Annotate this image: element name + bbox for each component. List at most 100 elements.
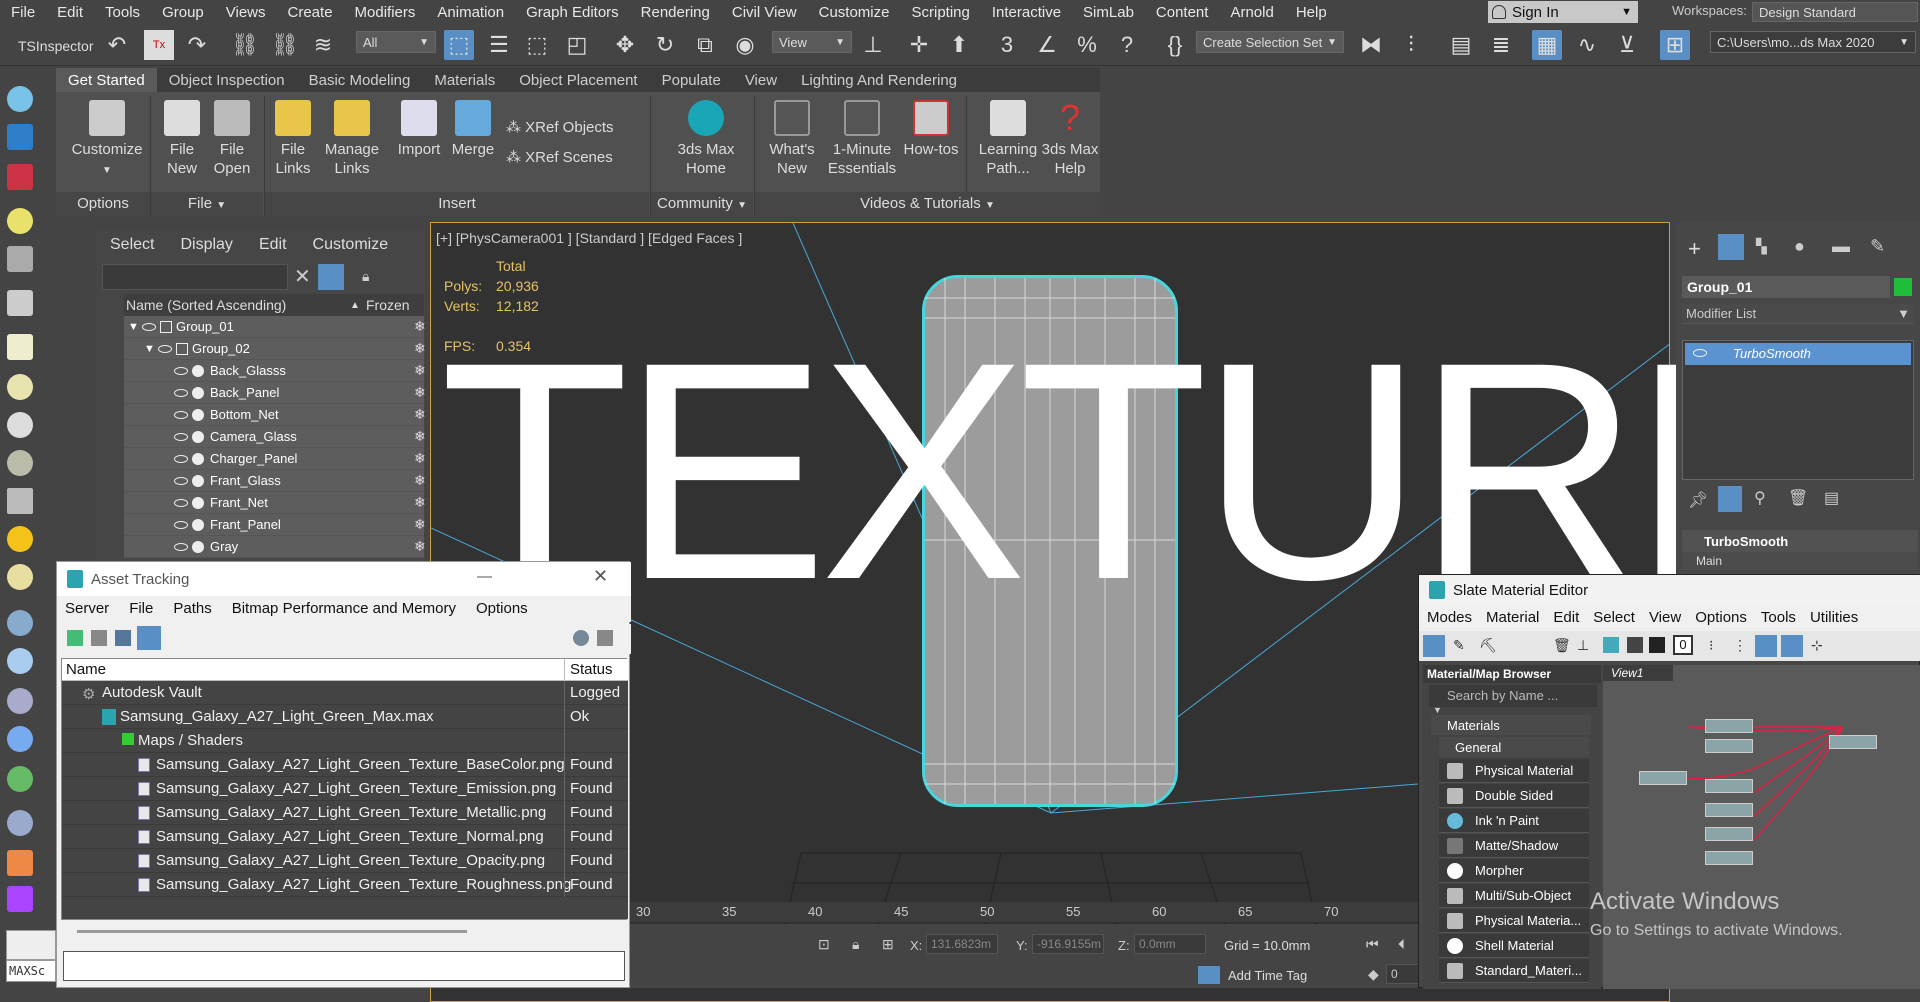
basket-icon[interactable] [7,450,33,476]
gear-blue-icon[interactable] [7,726,33,752]
material-item[interactable]: Standard_Materi... [1439,959,1589,983]
curve-editor-icon[interactable]: ∿ [1572,30,1602,60]
material-node[interactable] [1705,739,1753,753]
menu-interactive[interactable]: Interactive [981,4,1072,21]
tab-object-inspection[interactable]: Object Inspection [157,68,297,92]
tab-view[interactable]: View [733,68,789,92]
asset-row[interactable]: Samsung_Galaxy_A27_Light_Green_Texture_E… [62,777,628,801]
menu-rendering[interactable]: Rendering [630,4,721,21]
slate-menu-edit[interactable]: Edit [1553,609,1579,631]
window-crossing-icon[interactable]: ◰ [562,30,592,60]
menu-create[interactable]: Create [277,4,344,21]
scene-row[interactable]: Frant_Panel ❄ [124,514,426,536]
asset-title-bar[interactable]: Asset Tracking — ✕ [57,562,631,596]
cone-icon[interactable] [7,488,33,514]
asset-row[interactable]: Samsung_Galaxy_A27_Light_Green_Texture_R… [62,873,628,897]
help-icon[interactable] [573,630,589,646]
object-color-swatch[interactable] [1894,278,1912,296]
customize-button[interactable]: Customize ▼ [66,100,148,180]
snowflake-icon[interactable]: ❄ [414,384,426,401]
y-coordinate-field[interactable]: -916.9155m [1032,934,1104,954]
settings-icon[interactable] [597,630,613,646]
show-end-result-icon[interactable] [1718,486,1742,512]
file-open-button[interactable]: File Open [206,100,258,178]
general-group[interactable]: General [1439,737,1589,757]
x-coordinate-field[interactable]: 131.6823m [926,934,998,954]
scene-row[interactable]: Charger_Panel ❄ [124,448,426,470]
menu-animation[interactable]: Animation [426,4,515,21]
selection-filter-dropdown[interactable]: All ▼ [356,31,436,53]
eye-icon[interactable] [174,520,188,529]
file-links-button[interactable]: File Links [266,100,320,178]
menu-tools[interactable]: Tools [94,4,151,21]
sphere-icon[interactable] [7,412,33,438]
merge-button[interactable]: Merge [446,100,500,159]
tab-lighting-and-rendering[interactable]: Lighting And Rendering [789,68,969,92]
sign-in-dropdown[interactable]: Sign In ▼ [1488,1,1638,23]
list-view-icon[interactable] [91,630,107,646]
align-icon[interactable]: ⫶ [1396,30,1426,60]
eye-icon[interactable] [174,410,188,419]
spinner-snap-icon[interactable]: ? [1112,30,1142,60]
shading-icon[interactable] [7,648,33,674]
edit-named-selection-icon[interactable]: {} [1160,30,1190,60]
image-icon[interactable] [7,164,33,190]
eye-icon[interactable] [174,476,188,485]
table-view-icon[interactable] [137,626,161,650]
scene-explorer-toggle-icon[interactable]: ▤ [1446,30,1476,60]
absolute-mode-icon[interactable]: ⊡ [818,936,830,953]
listener-panel[interactable] [6,930,56,960]
material-node[interactable] [1705,827,1753,841]
scene-row[interactable]: Frant_Net ❄ [124,492,426,514]
material-item[interactable]: Physical Material [1439,759,1589,783]
scene-row[interactable]: Frant_Glass ❄ [124,470,426,492]
slate-menu-select[interactable]: Select [1593,609,1635,631]
file-new-button[interactable]: File New [156,100,208,178]
scene-row-group-01[interactable]: ▼ Group_01 ❄ [124,316,426,338]
maxscript-label[interactable]: MAXSc [6,960,56,982]
timeline[interactable] [630,902,1420,922]
layout-children-icon[interactable]: ⋮ [1733,637,1747,654]
light-icon[interactable] [7,208,33,234]
key-mode-icon[interactable]: ◆ [1368,966,1379,983]
menu-file[interactable]: File [0,4,46,21]
menu-modifiers[interactable]: Modifiers [344,4,427,21]
tsinspector-label[interactable]: TSInspector [18,38,93,54]
material-node[interactable] [1829,735,1877,749]
tab-object-placement[interactable]: Object Placement [507,68,649,92]
parameter-editor-toggle-icon[interactable] [1781,635,1803,657]
ribbon-toggle-icon[interactable]: ▦ [1532,30,1562,60]
modifier-list-dropdown[interactable]: Modifier List ▼ [1682,304,1914,324]
link-icon[interactable]: ⛓ [230,30,260,60]
se-menu-customize[interactable]: Customize [313,236,389,262]
menu-content[interactable]: Content [1145,4,1220,21]
material-browser-toggle-icon[interactable] [1755,635,1777,657]
material-item[interactable]: Multi/Sub-Object [1439,884,1589,908]
community-group-dropdown[interactable]: Community ▼ [651,192,753,216]
select-tool-icon[interactable] [1423,635,1445,657]
col-name-header[interactable]: Name (Sorted Ascending) [126,297,286,313]
menu-edit[interactable]: Edit [46,4,94,21]
eyedropper-icon[interactable]: ✎ [1453,637,1465,654]
eye-icon[interactable] [1693,349,1707,357]
eye-icon[interactable] [174,366,188,375]
angle-snap-icon[interactable]: ∠ [1032,30,1062,60]
max-home-button[interactable]: 3ds Max Home [660,100,752,178]
se-menu-display[interactable]: Display [180,236,232,262]
slate-menu-tools[interactable]: Tools [1761,609,1796,631]
refresh-icon[interactable] [67,630,83,646]
snowflake-icon[interactable]: ❄ [414,428,426,445]
scene-row[interactable]: Bottom_Net ❄ [124,404,426,426]
show-map-icon[interactable] [1649,637,1665,653]
object-name-field[interactable]: Group_01 [1682,276,1890,298]
menu-graph-editors[interactable]: Graph Editors [515,4,630,21]
essentials-button[interactable]: 1-Minute Essentials [824,100,900,178]
scene-row[interactable]: Back_Glasss ❄ [124,360,426,382]
whats-new-button[interactable]: What's New [760,100,824,178]
viewport-label[interactable]: [+] [PhysCamera001 ] [Standard ] [Edged … [436,230,742,246]
rig-icon[interactable] [7,290,33,316]
materials-group[interactable]: Materials [1431,715,1591,735]
percent-snap-icon[interactable]: % [1072,30,1102,60]
slate-menu-view[interactable]: View [1649,609,1681,631]
configure-sets-icon[interactable]: ▤ [1824,488,1839,508]
